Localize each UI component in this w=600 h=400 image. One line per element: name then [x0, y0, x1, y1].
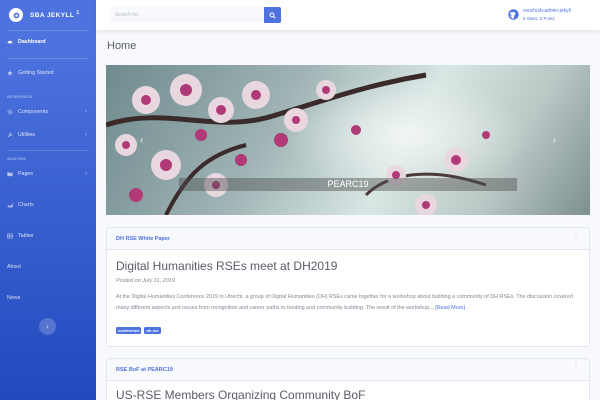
page-title: Home	[107, 40, 137, 52]
sidebar-item-label: About	[7, 264, 21, 270]
chevron-right-icon: ›	[552, 135, 556, 146]
sidebar-item-label: News	[7, 295, 21, 301]
sidebar-item-label: Utilities	[18, 132, 36, 138]
card-header: RSE BoF at PEARC19 ⋮	[107, 359, 589, 381]
wrench-icon	[7, 132, 13, 138]
sidebar-item-tables[interactable]: Tables	[0, 233, 96, 239]
sidebar-heading-addons: ADDONS	[7, 156, 27, 161]
sidebar-divider	[8, 150, 88, 151]
post-date: Posted on July 31, 2019	[116, 278, 176, 284]
github-repo-link[interactable]: vsoch/sb-admin-jekyll 6 Stars, 2 Forks	[508, 8, 571, 22]
gear-icon	[7, 109, 13, 115]
chevron-right-icon: ›	[85, 109, 87, 115]
tag-list: conference dh-rse	[116, 327, 161, 334]
post-card: RSE BoF at PEARC19 ⋮ US-RSE Members Orga…	[106, 358, 590, 400]
card-header-link[interactable]: DH RSE White Paper	[116, 236, 170, 242]
chevron-right-icon: ›	[85, 171, 87, 177]
carousel-next-button[interactable]: ›	[553, 135, 556, 146]
post-card: DH RSE White Paper ⋮ Digital Humanities …	[106, 227, 590, 347]
search-input[interactable]	[110, 7, 264, 23]
sidebar-divider	[8, 58, 88, 59]
ellipsis-vertical-icon[interactable]: ⋮	[573, 232, 579, 238]
brand[interactable]: SBA JEKYLL 1	[0, 0, 96, 30]
table-icon	[7, 233, 13, 239]
sidebar-item-about[interactable]: About	[0, 264, 96, 270]
card-header-link[interactable]: RSE BoF at PEARC19	[116, 367, 173, 373]
sidebar-item-news[interactable]: News	[0, 295, 96, 301]
star-icon	[7, 70, 13, 76]
sidebar-item-pages[interactable]: Pages ›	[0, 171, 96, 177]
ellipsis-vertical-icon[interactable]: ⋮	[573, 363, 579, 369]
carousel-caption: PEARC19	[179, 178, 517, 191]
sidebar-item-dashboard[interactable]: Dashboard	[0, 39, 96, 45]
github-icon	[508, 9, 519, 20]
carousel-prev-button[interactable]: ‹	[140, 135, 143, 146]
sidebar-item-getting-started[interactable]: Getting Started	[0, 70, 96, 76]
search-button[interactable]	[264, 7, 281, 23]
tag[interactable]: dh-rse	[144, 327, 161, 334]
brand-name: SBA JEKYLL 1	[30, 10, 80, 20]
post-excerpt: At the Digital Humanities Conference 201…	[116, 292, 582, 313]
chevron-left-icon: ‹	[46, 322, 49, 331]
sidebar-item-label: Pages	[18, 171, 34, 177]
sidebar-item-label: Charts	[18, 202, 34, 208]
repo-stats: 6 Stars, 2 Forks	[523, 16, 555, 21]
chevron-right-icon: ›	[85, 132, 87, 138]
carousel-image	[106, 72, 526, 215]
tag[interactable]: conference	[116, 327, 142, 334]
repo-name: vsoch/sb-admin-jekyll	[523, 8, 571, 14]
sidebar-item-charts[interactable]: Charts	[0, 202, 96, 208]
read-more-link[interactable]: [Read More]	[435, 305, 465, 311]
sidebar-heading-interface: INTERFACE	[7, 94, 33, 99]
dashboard-icon	[7, 39, 13, 45]
sidebar-item-label: Dashboard	[18, 39, 46, 45]
topbar: vsoch/sb-admin-jekyll 6 Stars, 2 Forks	[96, 0, 600, 30]
folder-icon	[7, 171, 13, 177]
post-excerpt-text: At the Digital Humanities Conference 201…	[116, 294, 573, 311]
sidebar-item-components[interactable]: Components ›	[0, 109, 96, 115]
sidebar-toggle-button[interactable]: ‹	[39, 318, 56, 335]
search-icon	[269, 11, 276, 19]
brand-logo-icon	[9, 8, 23, 22]
sidebar: SBA JEKYLL 1 Dashboard Getting Started I…	[0, 0, 96, 400]
sidebar-item-label: Tables	[18, 233, 34, 239]
carousel: ‹ › PEARC19	[106, 65, 590, 215]
post-title[interactable]: US-RSE Members Organizing Community BoF	[116, 388, 365, 400]
card-header: DH RSE White Paper ⋮	[107, 228, 589, 250]
sidebar-item-utilities[interactable]: Utilities ›	[0, 132, 96, 138]
sidebar-divider	[8, 30, 88, 31]
post-title[interactable]: Digital Humanities RSEs meet at DH2019	[116, 259, 337, 273]
chart-area-icon	[7, 202, 13, 208]
chevron-left-icon: ‹	[140, 135, 144, 146]
sidebar-item-label: Getting Started	[18, 70, 54, 76]
sidebar-item-label: Components	[18, 109, 49, 115]
